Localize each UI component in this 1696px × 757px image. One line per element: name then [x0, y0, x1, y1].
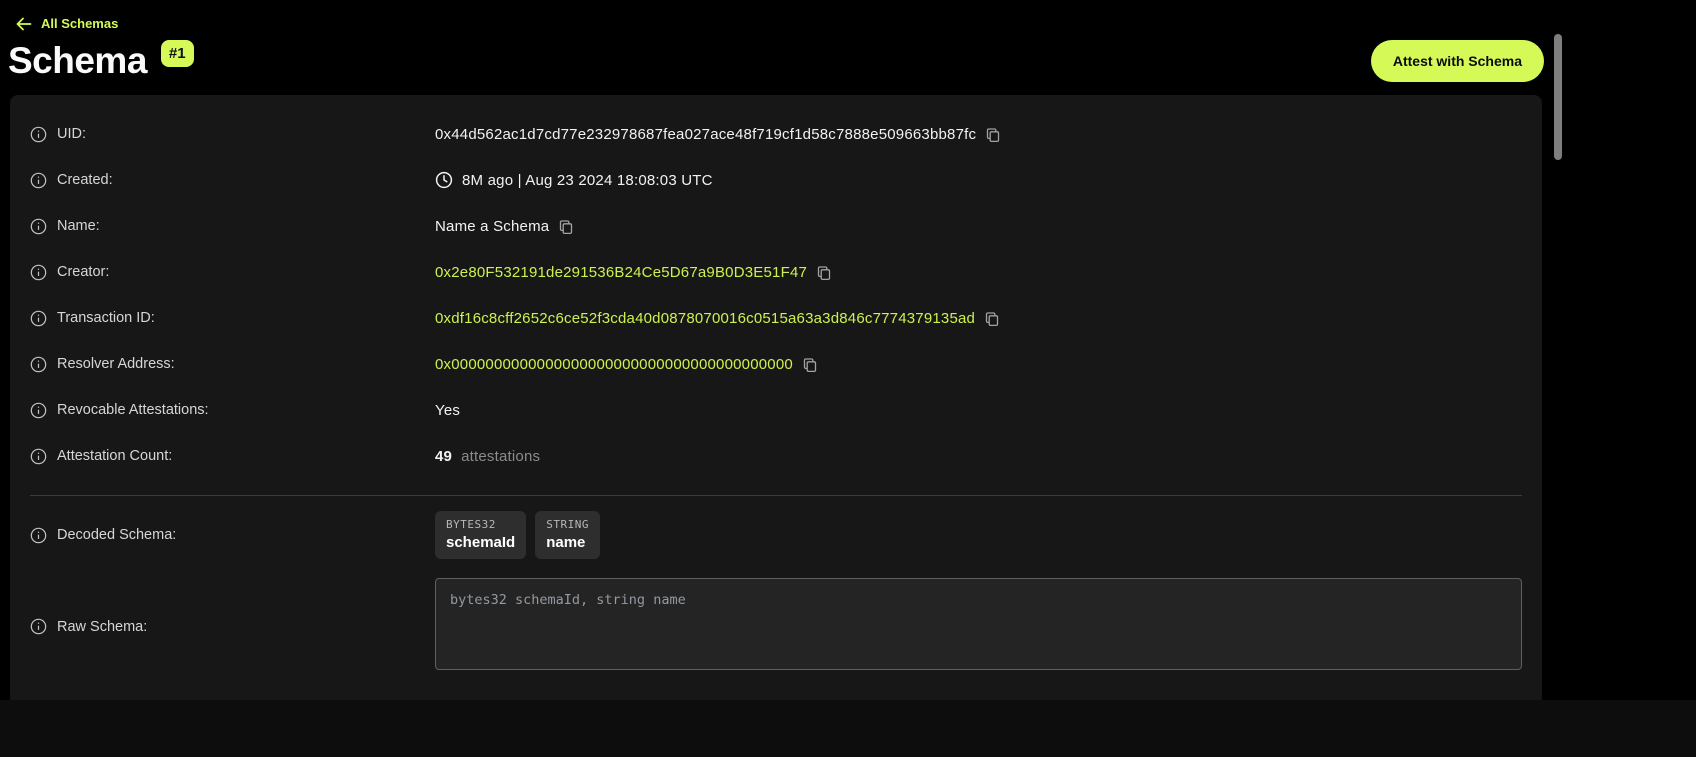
back-link[interactable]: All Schemas [0, 0, 118, 31]
revocable-label: Revocable Attestations: [57, 402, 209, 418]
info-icon [30, 172, 47, 189]
resolver-address-link[interactable]: 0x00000000000000000000000000000000000000… [435, 356, 793, 373]
transaction-id-link[interactable]: 0xdf16c8cff2652c6ce52f3cda40d0878070016c… [435, 310, 975, 327]
detail-row-attestation-count: Attestation Count: 49 attestations [30, 433, 1522, 479]
field-type: STRING [546, 518, 589, 531]
resolver-address-label: Resolver Address: [57, 356, 175, 372]
copy-icon[interactable] [985, 127, 1001, 143]
name-value: Name a Schema [435, 218, 549, 235]
scrollbar-thumb[interactable] [1554, 34, 1562, 160]
field-name: name [546, 534, 589, 551]
info-icon [30, 310, 47, 327]
scrollbar-track[interactable] [1552, 0, 1564, 700]
copy-icon[interactable] [558, 219, 574, 235]
back-arrow-icon [16, 17, 32, 31]
attestation-count-value: 49 [435, 448, 452, 465]
info-icon [30, 264, 47, 281]
attestation-count-label: Attestation Count: [57, 448, 172, 464]
created-label: Created: [57, 172, 113, 188]
creator-label: Creator: [57, 264, 109, 280]
decoded-schema-label: Decoded Schema: [57, 527, 176, 543]
schema-details-card: UID: 0x44d562ac1d7cd77e232978687fea027ac… [10, 95, 1542, 705]
clock-icon [435, 171, 453, 189]
divider [30, 495, 1522, 496]
page-title: Schema [8, 37, 147, 85]
created-value: 8M ago | Aug 23 2024 18:08:03 UTC [462, 172, 713, 189]
copy-icon[interactable] [984, 311, 1000, 327]
raw-schema-textarea[interactable]: bytes32 schemaId, string name [435, 578, 1522, 670]
copy-icon[interactable] [816, 265, 832, 281]
back-link-label: All Schemas [41, 16, 118, 31]
title-row: Schema #1 Attest with Schema [0, 37, 1552, 85]
detail-row-decoded-schema: Decoded Schema: BYTES32 schemaId STRING … [30, 506, 1522, 564]
info-icon [30, 126, 47, 143]
detail-row-raw-schema: Raw Schema: bytes32 schemaId, string nam… [30, 578, 1522, 675]
schema-number-badge: #1 [161, 40, 194, 67]
info-icon [30, 402, 47, 419]
detail-row-created: Created: 8M ago | Aug 23 2024 18:08:03 U… [30, 157, 1522, 203]
info-icon [30, 618, 47, 635]
uid-label: UID: [57, 126, 86, 142]
info-icon [30, 448, 47, 465]
footer-area [0, 700, 1696, 757]
attest-with-schema-button[interactable]: Attest with Schema [1371, 40, 1544, 82]
detail-row-resolver-address: Resolver Address: 0x00000000000000000000… [30, 341, 1522, 387]
detail-row-name: Name: Name a Schema [30, 203, 1522, 249]
uid-value: 0x44d562ac1d7cd77e232978687fea027ace48f7… [435, 126, 976, 143]
schema-page: All Schemas Schema #1 Attest with Schema… [0, 0, 1552, 705]
detail-row-uid: UID: 0x44d562ac1d7cd77e232978687fea027ac… [30, 111, 1522, 157]
detail-row-revocable: Revocable Attestations: Yes [30, 387, 1522, 433]
field-type: BYTES32 [446, 518, 515, 531]
creator-address-link[interactable]: 0x2e80F532191de291536B24Ce5D67a9B0D3E51F… [435, 264, 807, 281]
attestations-link[interactable]: attestations [461, 448, 540, 465]
transaction-id-label: Transaction ID: [57, 310, 155, 326]
info-icon [30, 356, 47, 373]
raw-schema-label: Raw Schema: [57, 619, 147, 635]
name-label: Name: [57, 218, 100, 234]
detail-row-creator: Creator: 0x2e80F532191de291536B24Ce5D67a… [30, 249, 1522, 295]
schema-field-badge: STRING name [535, 511, 600, 559]
schema-field-badge: BYTES32 schemaId [435, 511, 526, 559]
field-name: schemaId [446, 534, 515, 551]
copy-icon[interactable] [802, 357, 818, 373]
info-icon [30, 527, 47, 544]
detail-row-transaction-id: Transaction ID: 0xdf16c8cff2652c6ce52f3c… [30, 295, 1522, 341]
revocable-value: Yes [435, 402, 460, 419]
info-icon [30, 218, 47, 235]
